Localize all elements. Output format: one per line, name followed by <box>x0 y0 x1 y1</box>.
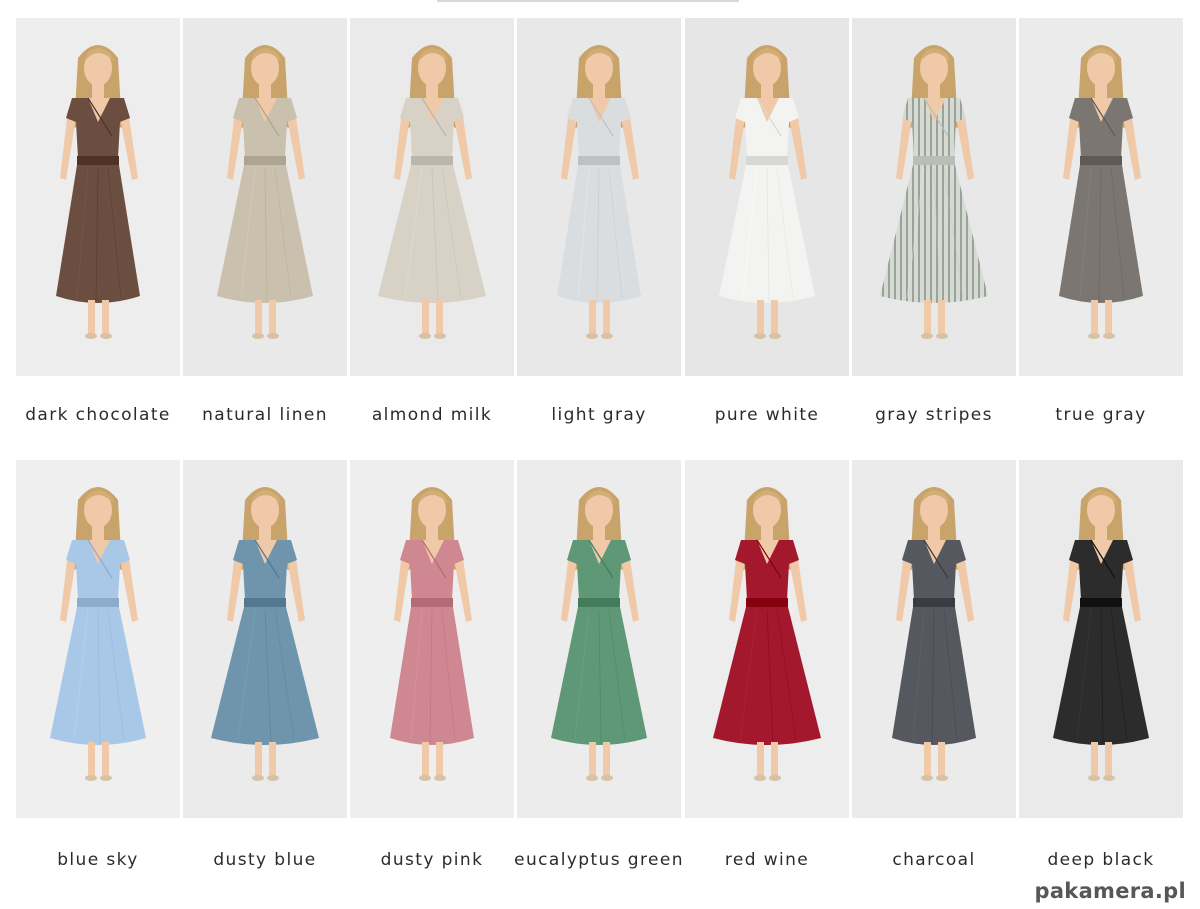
swatch-caption-true-gray: true gray <box>1055 405 1147 425</box>
dress-model-figure <box>1019 18 1183 376</box>
swatch-caption-dark-chocolate: dark chocolate <box>25 405 171 425</box>
swatch-photo-dark-chocolate <box>16 18 180 376</box>
swatch-caption-dusty-blue: dusty blue <box>213 850 317 870</box>
pakamera-watermark: pakamera.pl <box>1034 879 1186 903</box>
swatch-photo-dusty-pink <box>350 460 514 818</box>
dress-model-figure <box>517 460 681 818</box>
dress-model-figure <box>685 18 849 376</box>
dress-model-figure <box>183 18 347 376</box>
swatch-caption-pure-white: pure white <box>714 405 820 425</box>
dress-model-figure <box>16 18 180 376</box>
swatch-caption-dusty-pink: dusty pink <box>380 850 484 870</box>
swatch-photo-light-gray <box>517 18 681 376</box>
swatch-photo-blue-sky <box>16 460 180 818</box>
swatch-photo-deep-black <box>1019 460 1183 818</box>
dress-model-figure <box>517 18 681 376</box>
swatch-photo-gray-stripes <box>852 18 1016 376</box>
swatch-caption-red-wine: red wine <box>724 850 810 870</box>
dress-model-figure <box>852 18 1016 376</box>
dress-model-figure <box>350 18 514 376</box>
swatch-caption-deep-black: deep black <box>1047 850 1155 870</box>
swatch-caption-natural-linen: natural linen <box>202 405 328 425</box>
swatch-photo-natural-linen <box>183 18 347 376</box>
swatch-caption-almond-milk: almond milk <box>371 405 493 425</box>
swatch-photo-eucalyptus-green <box>517 460 681 818</box>
swatch-caption-blue-sky: blue sky <box>57 850 139 870</box>
swatch-photo-charcoal <box>852 460 1016 818</box>
swatch-caption-gray-stripes: gray stripes <box>875 405 993 425</box>
dress-model-figure <box>852 460 1016 818</box>
dress-model-figure <box>350 460 514 818</box>
dress-model-figure <box>1019 460 1183 818</box>
swatch-caption-light-gray: light gray <box>551 405 647 425</box>
swatch-photo-dusty-blue <box>183 460 347 818</box>
swatch-photo-almond-milk <box>350 18 514 376</box>
dress-model-figure <box>16 460 180 818</box>
swatch-caption-charcoal: charcoal <box>892 850 976 870</box>
swatch-photo-pure-white <box>685 18 849 376</box>
swatch-caption-eucalyptus-green: eucalyptus green <box>514 850 684 870</box>
dress-model-figure <box>183 460 347 818</box>
swatch-photo-red-wine <box>685 460 849 818</box>
dress-model-figure <box>685 460 849 818</box>
top-divider <box>437 0 739 2</box>
swatch-photo-true-gray <box>1019 18 1183 376</box>
